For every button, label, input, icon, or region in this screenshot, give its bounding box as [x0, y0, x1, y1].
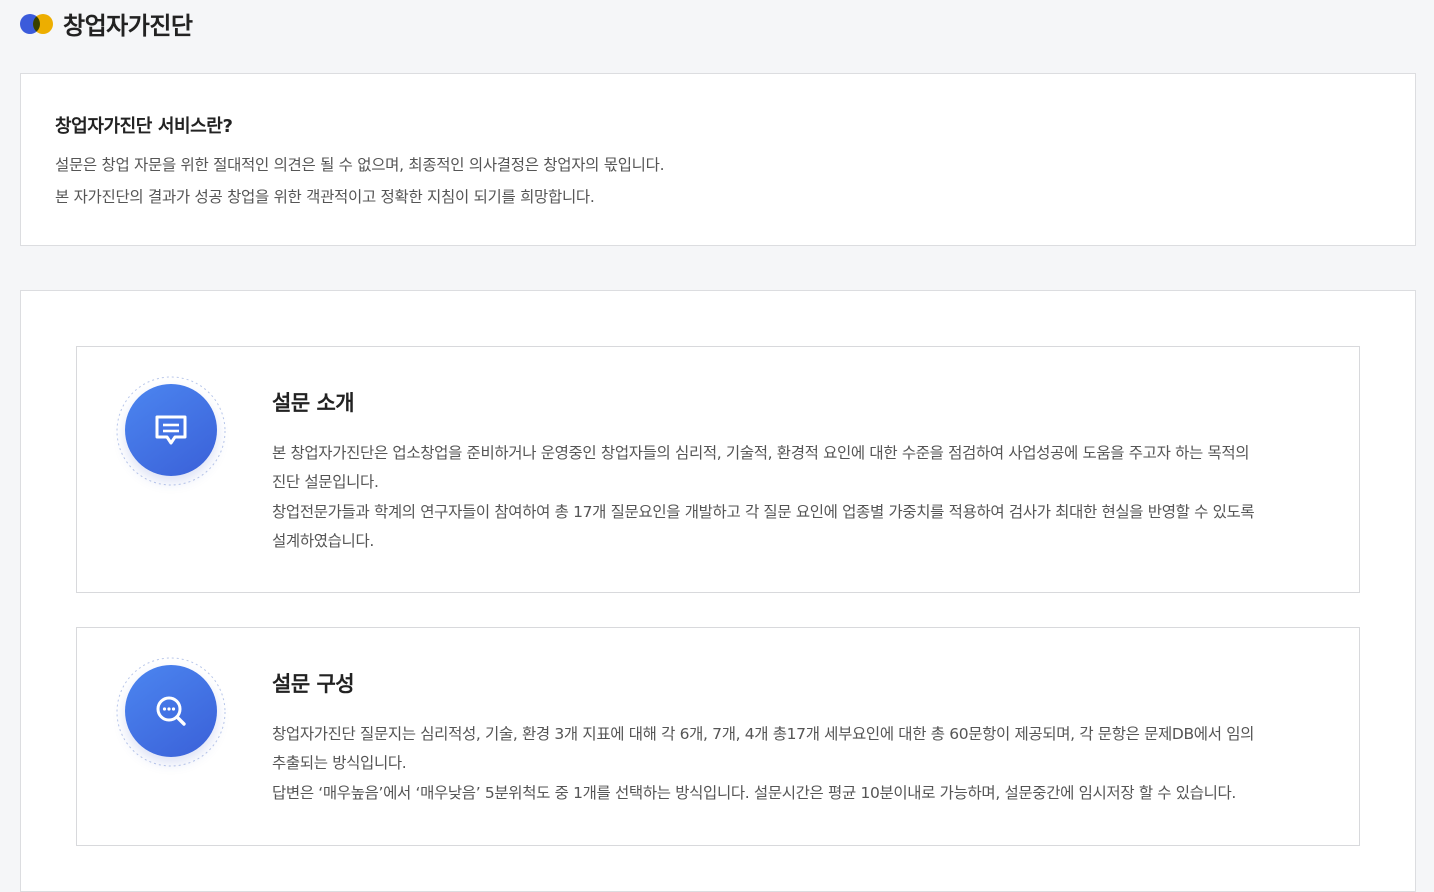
survey-structure-text: 답변은 ‘매우높음’에서 ‘매우낮음’ 5분위척도 중 1개를 선택하는 방식입… — [272, 784, 1237, 802]
logo-dots-icon — [20, 12, 54, 34]
logo-yellow-dot — [33, 14, 53, 34]
survey-intro-text: 창업전문가들과 학계의 연구자들이 참여하여 총 17개 질문요인을 개발하고 … — [272, 503, 1255, 521]
survey-structure-title: 설문 구성 — [272, 672, 355, 696]
survey-intro-card: 설문 소개 본 창업자가진단은 업소창업을 준비하거나 운영중인 창업자들의 심… — [76, 346, 1360, 593]
survey-structure-text: 창업자가진단 질문지는 심리적성, 기술, 환경 3개 지표에 대해 각 6개,… — [272, 725, 1255, 743]
search-icon — [125, 665, 217, 757]
survey-structure-text: 추출되는 방식입니다. — [272, 754, 407, 772]
page-header: 창업자가진단 — [20, 6, 193, 40]
intro-title: 창업자가진단 서비스란? — [55, 116, 233, 137]
survey-intro-text: 설계하였습니다. — [272, 532, 374, 550]
survey-intro-title: 설문 소개 — [272, 391, 355, 415]
survey-intro-text: 본 창업자가진단은 업소창업을 준비하거나 운영중인 창업자들의 심리적, 기술… — [272, 444, 1250, 462]
intro-line: 본 자가진단의 결과가 성공 창업을 위한 객관적이고 정확한 지침이 되기를 … — [55, 188, 595, 206]
survey-structure-card: 설문 구성 창업자가진단 질문지는 심리적성, 기술, 환경 3개 지표에 대해… — [76, 627, 1360, 846]
service-intro-box: 창업자가진단 서비스란? 설문은 창업 자문을 위한 절대적인 의견은 될 수 … — [20, 73, 1416, 246]
survey-info-panel: 설문 소개 본 창업자가진단은 업소창업을 준비하거나 운영중인 창업자들의 심… — [20, 290, 1416, 892]
intro-line: 설문은 창업 자문을 위한 절대적인 의견은 될 수 없으며, 최종적인 의사결… — [55, 156, 665, 174]
page-title: 창업자가진단 — [63, 11, 193, 40]
survey-intro-icon-wrap — [115, 375, 227, 487]
chat-icon — [125, 384, 217, 476]
survey-intro-text: 진단 설문입니다. — [272, 473, 379, 491]
survey-structure-icon-wrap — [115, 656, 227, 768]
